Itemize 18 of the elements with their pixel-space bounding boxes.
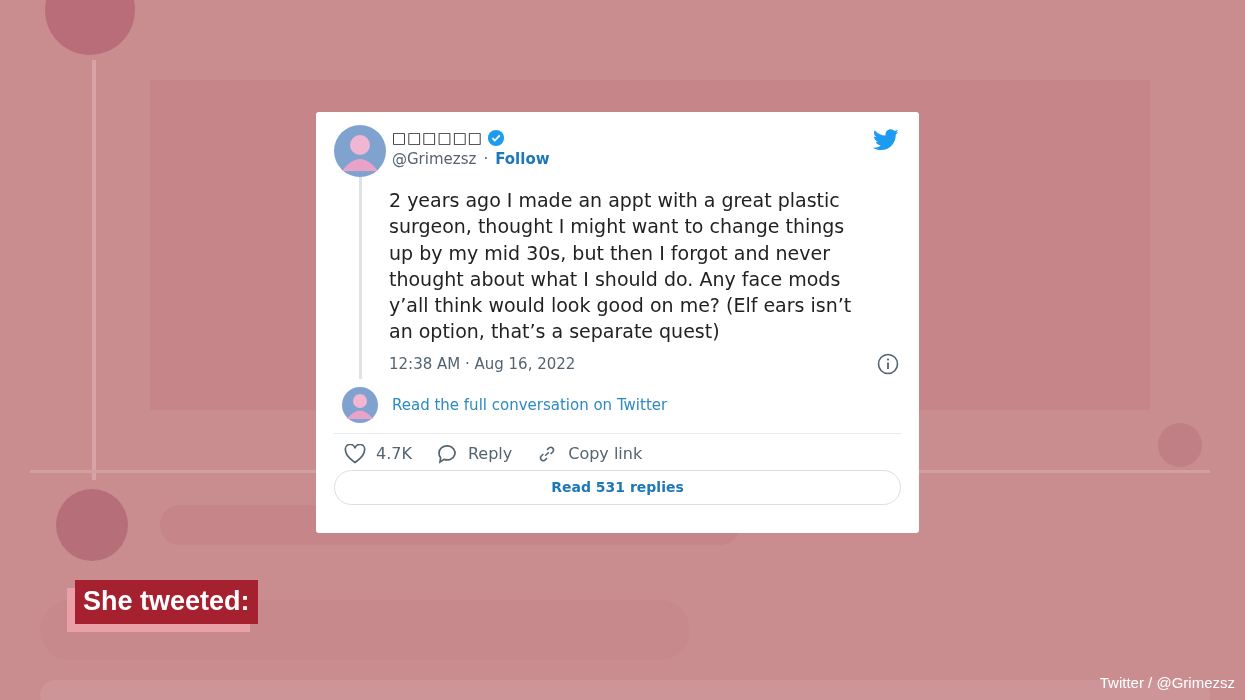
action-button[interactable]: Copy link xyxy=(536,443,643,464)
tweet-text: 2 years ago I made an appt with a great plastic surgeon, thought I might want to change things up by my mid 30s, but then I forgot and never thought about what I should do. Any face mods y’all think would look good on me? (Elf ears isn’t an option, that’s a separate quest) xyxy=(389,188,853,345)
speech-bubble-icon xyxy=(435,443,458,464)
avatar xyxy=(342,386,378,423)
action-button[interactable]: Reply xyxy=(435,443,513,464)
heart-icon xyxy=(344,443,366,464)
follow-link[interactable]: Follow xyxy=(495,150,550,168)
separator: · xyxy=(482,150,490,168)
conversation-link[interactable]: Read the full conversation on Twitter xyxy=(392,395,668,414)
bird-icon[interactable] xyxy=(873,129,899,151)
timestamp[interactable]: 12:38 AM · Aug 16, 2022 xyxy=(389,354,576,373)
display-name[interactable]: □□□□□□ xyxy=(392,129,484,147)
info-icon[interactable] xyxy=(877,352,899,375)
action-button[interactable]: 4.7K xyxy=(344,443,412,464)
replies-button[interactable]: Read 531 replies xyxy=(334,469,901,505)
handle[interactable]: @Grimezsz xyxy=(392,150,477,168)
credit: Twitter / @Grimezsz xyxy=(1099,674,1235,691)
avatar[interactable] xyxy=(334,125,386,177)
